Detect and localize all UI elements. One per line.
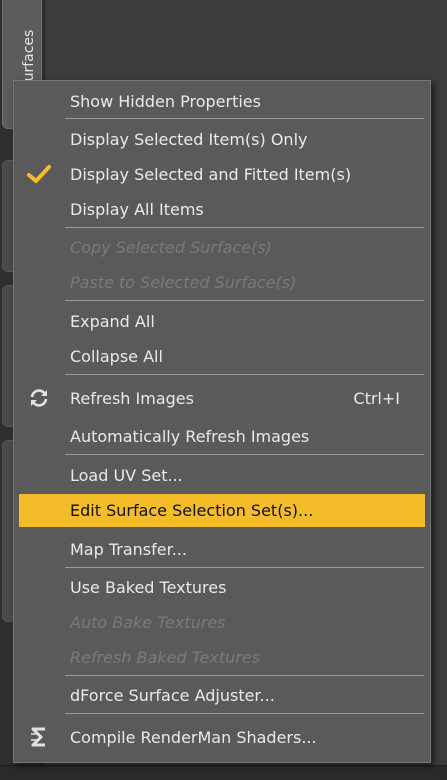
menu-separator (65, 374, 424, 375)
menu-item-collapse-all[interactable]: Collapse All (19, 341, 425, 371)
menu-item-label: Refresh Images (70, 388, 194, 408)
menu-item-use-baked-textures[interactable]: Use Baked Textures (19, 572, 425, 602)
menu-separator (65, 713, 424, 714)
menu-item-label: Edit Surface Selection Set(s)... (70, 501, 314, 520)
checkmark-icon (27, 162, 51, 186)
menu-item-display-selected-only[interactable]: Display Selected Item(s) Only (19, 124, 425, 154)
refresh-icon (27, 386, 51, 410)
menu-item-label: Display Selected and Fitted Item(s) (70, 164, 352, 184)
menu-item-label: Refresh Baked Textures (70, 647, 260, 667)
menu-item-label: Map Transfer... (70, 539, 187, 559)
menu-item-show-hidden-properties[interactable]: Show Hidden Properties (19, 86, 425, 116)
menu-item-dforce-surface-adjuster[interactable]: dForce Surface Adjuster... (19, 680, 425, 710)
menu-item-label: Automatically Refresh Images (70, 426, 310, 446)
menu-separator (65, 227, 424, 228)
menu-item-label: Use Baked Textures (70, 577, 227, 597)
menu-item-label: Display All Items (70, 199, 204, 219)
menu-item-label: Show Hidden Properties (70, 91, 261, 111)
menu-item-refresh-images[interactable]: Refresh Images Ctrl+I (19, 383, 425, 413)
menu-item-display-all-items[interactable]: Display All Items (19, 194, 425, 224)
menu-separator (65, 300, 424, 301)
menu-item-label: Expand All (70, 311, 155, 331)
context-menu: Show Hidden Properties Display Selected … (13, 80, 431, 763)
menu-item-paste-to-selected-surfaces: Paste to Selected Surface(s) (19, 267, 425, 297)
menu-separator (65, 567, 424, 568)
menu-separator (65, 118, 424, 119)
menu-item-label: Collapse All (70, 346, 163, 366)
menu-item-label: Display Selected Item(s) Only (70, 129, 308, 149)
menu-item-refresh-baked-textures: Refresh Baked Textures (19, 642, 425, 672)
menu-item-copy-selected-surfaces: Copy Selected Surface(s) (19, 232, 425, 262)
menu-item-label: Load UV Set... (70, 465, 183, 485)
menu-item-label: Paste to Selected Surface(s) (70, 272, 297, 292)
menu-item-label: Copy Selected Surface(s) (70, 237, 272, 257)
menu-item-label: dForce Surface Adjuster... (70, 685, 275, 705)
shortcut-label: Ctrl+I (353, 388, 400, 408)
menu-item-auto-bake-textures: Auto Bake Textures (19, 607, 425, 637)
menu-item-label: Auto Bake Textures (70, 612, 226, 632)
shader-icon (27, 725, 51, 749)
menu-item-display-selected-and-fitted[interactable]: Display Selected and Fitted Item(s) (19, 159, 425, 189)
menu-item-auto-refresh-images[interactable]: Automatically Refresh Images (19, 421, 425, 451)
menu-separator (65, 675, 424, 676)
menu-item-expand-all[interactable]: Expand All (19, 306, 425, 336)
menu-item-map-transfer[interactable]: Map Transfer... (19, 534, 425, 564)
menu-separator (65, 454, 424, 455)
menu-item-label: Compile RenderMan Shaders... (70, 727, 317, 747)
menu-item-edit-surface-selection-sets[interactable]: Edit Surface Selection Set(s)... (19, 494, 425, 527)
bottom-bar (0, 765, 447, 780)
menu-item-load-uv-set[interactable]: Load UV Set... (19, 460, 425, 490)
menu-item-compile-renderman-shaders[interactable]: Compile RenderMan Shaders... (19, 722, 425, 752)
